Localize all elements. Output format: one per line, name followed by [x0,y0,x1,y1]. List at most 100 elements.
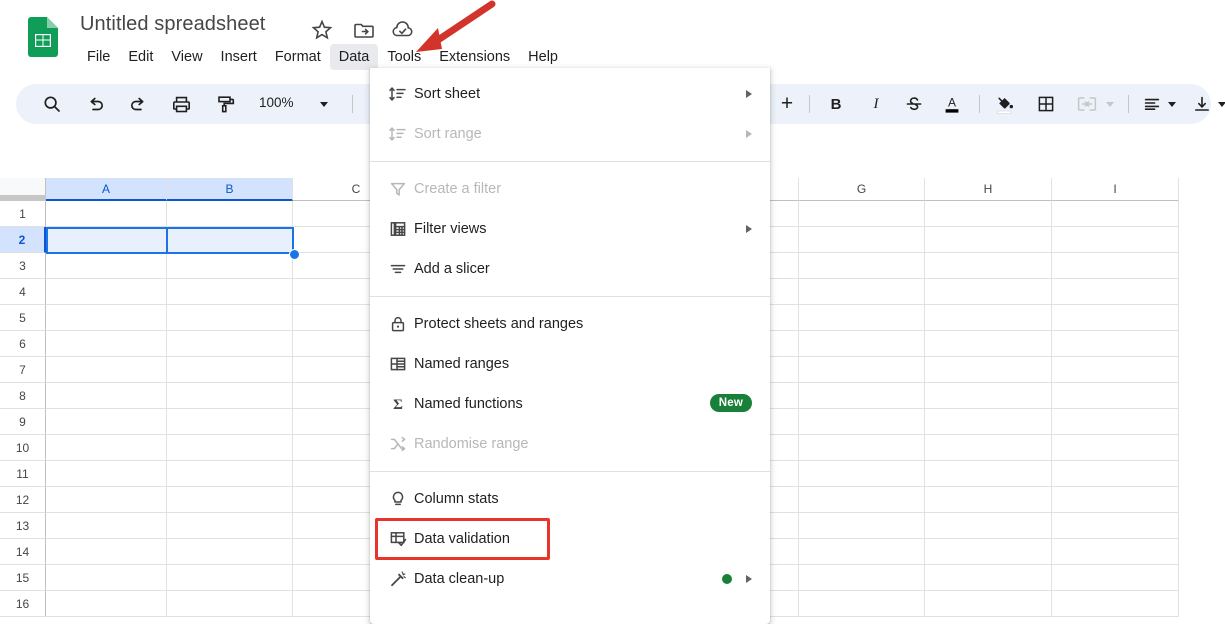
cell-H4[interactable] [925,279,1052,305]
move-to-folder-icon[interactable] [352,18,376,42]
cell-H5[interactable] [925,305,1052,331]
menu-item-named-ranges[interactable]: Named ranges [370,344,770,384]
menu-file[interactable]: File [78,44,119,70]
menu-data[interactable]: Data [329,44,379,70]
column-header-I[interactable]: I [1052,178,1179,201]
cell-B13[interactable] [167,513,293,539]
cell-H10[interactable] [925,435,1052,461]
cell-H7[interactable] [925,357,1052,383]
cell-B12[interactable] [167,487,293,513]
cell-A7[interactable] [46,357,167,383]
vertical-align-icon[interactable] [1192,92,1212,116]
cell-B11[interactable] [167,461,293,487]
horizontal-align-icon[interactable] [1142,92,1162,116]
row-header-11[interactable]: 11 [0,461,46,487]
cell-I13[interactable] [1052,513,1179,539]
strikethrough-icon[interactable] [904,92,924,116]
zoom-dropdown-caret-icon[interactable] [320,92,328,116]
cell-A4[interactable] [46,279,167,305]
borders-icon[interactable] [1036,92,1056,116]
cell-H6[interactable] [925,331,1052,357]
row-header-12[interactable]: 12 [0,487,46,513]
cell-I14[interactable] [1052,539,1179,565]
cloud-saved-icon[interactable] [390,18,414,42]
menu-item-data-validation[interactable]: Data validation [370,519,770,559]
cell-H2[interactable] [925,227,1052,253]
cell-G13[interactable] [799,513,925,539]
horizontal-align-caret-icon[interactable] [1168,92,1176,116]
cell-G12[interactable] [799,487,925,513]
menu-item-add-a-slicer[interactable]: Add a slicer [370,249,770,289]
cell-G9[interactable] [799,409,925,435]
print-icon[interactable] [171,92,192,116]
column-header-G[interactable]: G [799,178,925,201]
cell-A6[interactable] [46,331,167,357]
cell-A13[interactable] [46,513,167,539]
cell-B14[interactable] [167,539,293,565]
cell-H8[interactable] [925,383,1052,409]
cell-H3[interactable] [925,253,1052,279]
row-header-16[interactable]: 16 [0,591,46,617]
zoom-level-value[interactable]: 100% [259,95,294,110]
bold-icon[interactable]: B [828,92,844,116]
cell-I15[interactable] [1052,565,1179,591]
cell-H1[interactable] [925,201,1052,227]
row-header-1[interactable]: 1 [0,201,46,227]
cell-G8[interactable] [799,383,925,409]
cell-I10[interactable] [1052,435,1179,461]
cell-I8[interactable] [1052,383,1179,409]
cell-I7[interactable] [1052,357,1179,383]
cell-A11[interactable] [46,461,167,487]
cell-A15[interactable] [46,565,167,591]
cell-H14[interactable] [925,539,1052,565]
text-color-icon[interactable]: A [942,92,962,116]
cell-I2[interactable] [1052,227,1179,253]
menu-item-filter-views[interactable]: Filter views [370,209,770,249]
document-title[interactable]: Untitled spreadsheet [80,13,265,36]
cell-G3[interactable] [799,253,925,279]
cell-A2[interactable] [46,227,167,253]
cell-G16[interactable] [799,591,925,617]
fill-handle[interactable] [289,249,300,260]
menu-edit[interactable]: Edit [119,44,162,70]
cell-B10[interactable] [167,435,293,461]
menu-format[interactable]: Format [266,44,330,70]
row-header-6[interactable]: 6 [0,331,46,357]
menu-item-named-functions[interactable]: Σ Named functions New [370,384,770,424]
menu-insert[interactable]: Insert [212,44,266,70]
cell-B4[interactable] [167,279,293,305]
menu-item-column-stats[interactable]: Column stats [370,479,770,519]
cell-A5[interactable] [46,305,167,331]
column-header-B[interactable]: B [167,178,293,201]
cell-G11[interactable] [799,461,925,487]
cell-I11[interactable] [1052,461,1179,487]
cell-H12[interactable] [925,487,1052,513]
cell-A14[interactable] [46,539,167,565]
menu-item-sort-sheet[interactable]: Sort sheet [370,74,770,114]
sheets-logo-icon[interactable] [28,17,58,57]
row-header-14[interactable]: 14 [0,539,46,565]
cell-H11[interactable] [925,461,1052,487]
cell-G7[interactable] [799,357,925,383]
cell-G4[interactable] [799,279,925,305]
cell-B6[interactable] [167,331,293,357]
cell-A10[interactable] [46,435,167,461]
cell-B3[interactable] [167,253,293,279]
cell-A12[interactable] [46,487,167,513]
merge-cells-icon[interactable] [1076,92,1098,116]
cell-H9[interactable] [925,409,1052,435]
cell-I16[interactable] [1052,591,1179,617]
cell-G10[interactable] [799,435,925,461]
row-header-10[interactable]: 10 [0,435,46,461]
menu-extensions[interactable]: Extensions [430,44,519,70]
cell-A3[interactable] [46,253,167,279]
cell-G15[interactable] [799,565,925,591]
fill-color-icon[interactable] [994,92,1016,116]
row-header-7[interactable]: 7 [0,357,46,383]
cell-B9[interactable] [167,409,293,435]
cell-B15[interactable] [167,565,293,591]
cell-H15[interactable] [925,565,1052,591]
cell-A9[interactable] [46,409,167,435]
cell-I9[interactable] [1052,409,1179,435]
cell-B8[interactable] [167,383,293,409]
